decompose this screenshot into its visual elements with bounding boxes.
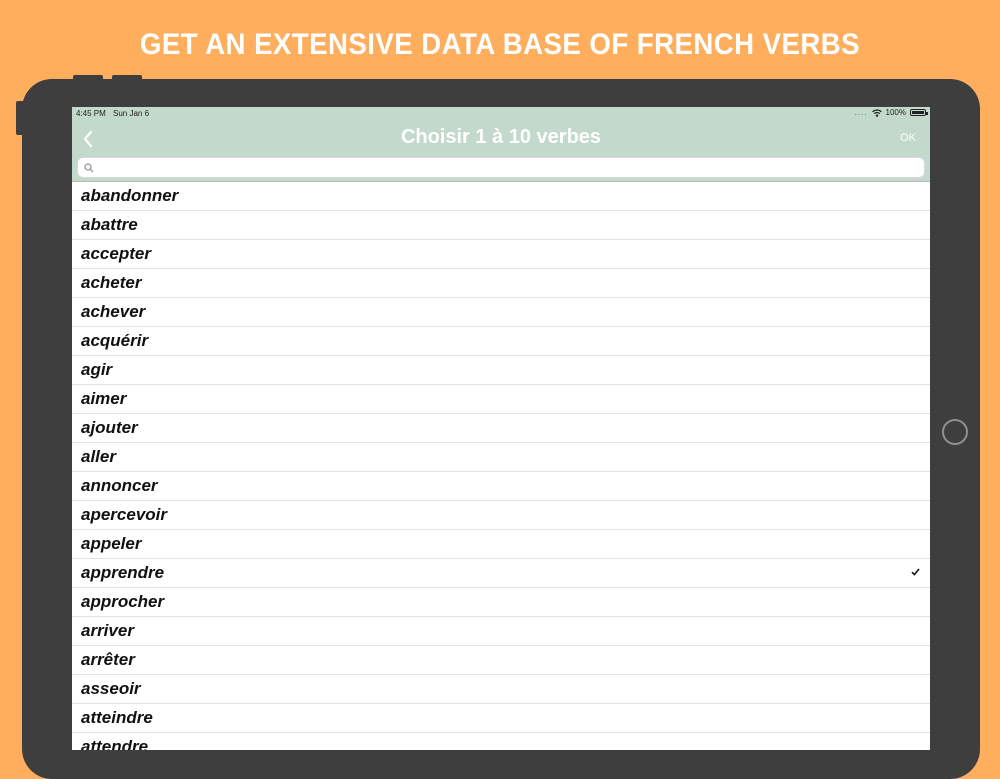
- verb-row[interactable]: atteindre: [72, 704, 930, 733]
- verb-label: approcher: [81, 592, 165, 611]
- status-indicators: .... 100%: [854, 108, 928, 117]
- navigation-bar: Choisir 1 à 10 verbes OK: [72, 121, 930, 155]
- verb-row[interactable]: acheter: [72, 269, 930, 298]
- search-input[interactable]: [98, 160, 918, 177]
- verb-row[interactable]: annoncer: [72, 472, 930, 501]
- verb-label: apprendre: [81, 563, 165, 582]
- verb-label: achever: [81, 302, 146, 321]
- verb-row[interactable]: approcher: [72, 588, 930, 617]
- verb-label: aimer: [81, 389, 127, 408]
- app-screen: 4:45 PM Sun Jan 6 .... 100% Choisir 1 à …: [72, 107, 930, 750]
- verb-label: asseoir: [81, 679, 141, 698]
- verb-label: abattre: [81, 215, 138, 234]
- status-time: 4:45 PM: [76, 109, 106, 118]
- verb-row[interactable]: abattre: [72, 211, 930, 240]
- verb-label: appeler: [81, 534, 142, 553]
- verb-row[interactable]: aimer: [72, 385, 930, 414]
- verb-list: abandonner abattre accepter acheter achever a…: [72, 182, 930, 750]
- verb-label: acheter: [81, 273, 142, 292]
- verb-label: accepter: [81, 244, 151, 263]
- verb-label: aller: [81, 447, 116, 466]
- verb-label: atteindre: [81, 708, 153, 727]
- verb-label: attendre: [81, 737, 149, 750]
- checkmark-icon: [911, 568, 920, 576]
- battery-icon: [910, 109, 928, 116]
- home-button[interactable]: [942, 419, 968, 445]
- page-title: Choisir 1 à 10 verbes: [400, 126, 602, 148]
- verb-label: abandonner: [81, 186, 179, 205]
- verb-row[interactable]: attendre: [72, 733, 930, 750]
- verb-label: agir: [81, 360, 113, 379]
- search-bar: [72, 155, 930, 182]
- verb-row[interactable]: asseoir: [72, 675, 930, 704]
- verb-label: annoncer: [81, 476, 158, 495]
- marketing-headline: GET AN EXTENSIVE DATA BASE OF FRENCH VER…: [139, 28, 861, 61]
- status-bar: 4:45 PM Sun Jan 6 .... 100%: [72, 107, 930, 121]
- ok-button[interactable]: OK: [900, 132, 916, 144]
- verb-label: arriver: [81, 621, 134, 640]
- verb-row[interactable]: aller: [72, 443, 930, 472]
- verb-row[interactable]: apercevoir: [72, 501, 930, 530]
- wifi-icon: [871, 108, 882, 117]
- verb-label: arrêter: [81, 650, 135, 669]
- verb-row[interactable]: acquérir: [72, 327, 930, 356]
- verb-row[interactable]: ajouter: [72, 414, 930, 443]
- verb-row[interactable]: abandonner: [72, 182, 930, 211]
- verb-row[interactable]: apprendre: [72, 559, 930, 588]
- verb-row[interactable]: agir: [72, 356, 930, 385]
- status-date: Sun Jan 6: [113, 109, 150, 118]
- verb-label: apercevoir: [81, 505, 167, 524]
- verb-row[interactable]: achever: [72, 298, 930, 327]
- verb-row[interactable]: accepter: [72, 240, 930, 269]
- verb-row[interactable]: appeler: [72, 530, 930, 559]
- signal-dots: ....: [854, 108, 868, 117]
- battery-percent: 100%: [885, 108, 906, 117]
- verb-label: acquérir: [81, 331, 149, 350]
- verb-label: ajouter: [81, 418, 138, 437]
- verb-row[interactable]: arrêter: [72, 646, 930, 675]
- search-box[interactable]: [77, 157, 925, 178]
- verb-row[interactable]: arriver: [72, 617, 930, 646]
- search-icon: [84, 163, 94, 173]
